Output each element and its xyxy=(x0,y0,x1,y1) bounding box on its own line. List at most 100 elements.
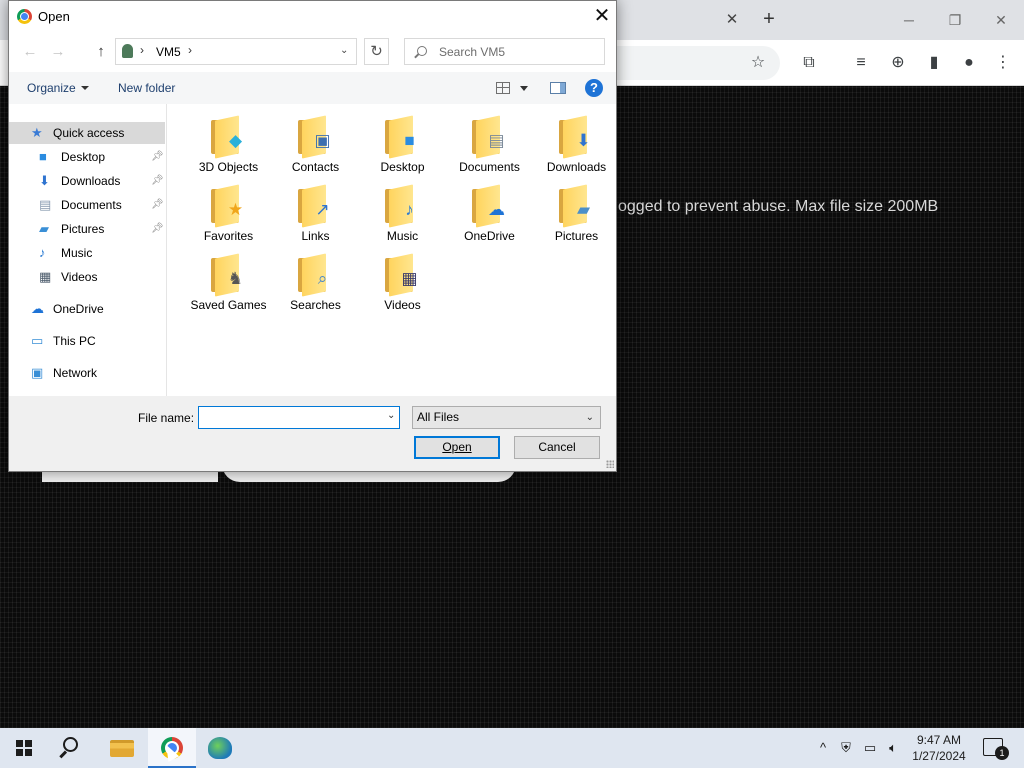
nav-item-this-pc[interactable]: ▭ This PC xyxy=(9,330,165,352)
folder-icon: ↗ xyxy=(296,184,336,228)
nav-item-videos[interactable]: ▦ Videos xyxy=(9,266,165,288)
tray-chevron-icon[interactable]: ^ xyxy=(814,728,832,768)
nav-item-label: Quick access xyxy=(53,126,125,140)
folder-saved-games[interactable]: ♞ Saved Games xyxy=(185,242,272,313)
folder-contacts[interactable]: ▣ Contacts xyxy=(272,104,359,175)
pin-icon: 📌︎ xyxy=(151,199,164,210)
navigation-pane: ★ Quick access ■ Desktop 📌︎ ⬇ Downloads 📌︎ ▤ Docu… xyxy=(9,104,167,396)
breadcrumb-vm5[interactable]: VM5 xyxy=(156,45,181,59)
nav-item-onedrive[interactable]: ☁ OneDrive xyxy=(9,298,165,320)
nav-item-pictures[interactable]: ▰ Pictures 📌︎ xyxy=(9,218,165,240)
nav-item-label: Documents xyxy=(61,198,122,212)
search-box[interactable] xyxy=(404,38,605,65)
download-arrow-icon: ⬇ xyxy=(39,173,50,188)
breadcrumb-separator: › xyxy=(140,43,144,57)
forward-arrow-icon[interactable]: → xyxy=(49,42,67,62)
dialog-close-button[interactable]: ✕ xyxy=(587,3,617,29)
chevron-down-icon[interactable]: ⌄ xyxy=(340,45,354,56)
nav-item-downloads[interactable]: ⬇ Downloads 📌︎ xyxy=(9,170,165,192)
music-note-icon: ♪ xyxy=(405,200,414,219)
nav-item-desktop[interactable]: ■ Desktop 📌︎ xyxy=(9,146,165,168)
pin-icon: 📌︎ xyxy=(151,223,164,234)
cancel-button[interactable]: Cancel xyxy=(514,436,600,459)
nav-item-documents[interactable]: ▤ Documents 📌︎ xyxy=(9,194,165,216)
notification-badge: 1 xyxy=(995,746,1009,760)
security-tray-icon[interactable]: ⛨ xyxy=(837,728,855,768)
volume-muted-icon[interactable]: 🔈︎ xyxy=(884,728,902,768)
menu-icon[interactable]: ⋮ xyxy=(991,51,1015,75)
clock-date: 1/27/2024 xyxy=(912,749,966,763)
cloud-icon: ☁ xyxy=(31,301,44,316)
contact-card-icon: ▣ xyxy=(314,131,331,150)
folder-favorites[interactable]: ★ Favorites xyxy=(185,173,272,244)
folder-searches[interactable]: ⌕ Searches xyxy=(272,242,359,313)
network-tray-icon[interactable]: ▭ xyxy=(861,728,879,768)
chevron-down-icon[interactable]: ⌄ xyxy=(387,410,395,421)
extensions-icon[interactable]: ⧉ xyxy=(797,51,821,75)
view-options-icon[interactable] xyxy=(496,82,510,94)
refresh-button[interactable]: ↻ xyxy=(364,38,389,65)
side-panel-icon[interactable]: ▮ xyxy=(922,51,946,75)
open-button[interactable]: Open xyxy=(414,436,500,459)
new-folder-button[interactable]: New folder xyxy=(118,81,175,95)
search-input[interactable] xyxy=(439,43,599,61)
folder-icon: ★ xyxy=(209,184,249,228)
chess-piece-icon: ♞ xyxy=(227,269,244,288)
folder-downloads[interactable]: ⬇ Downloads xyxy=(533,104,620,175)
file-type-select[interactable]: All Files ⌄ xyxy=(412,406,601,429)
taskbar-file-explorer[interactable] xyxy=(98,728,146,768)
chevron-down-icon: ⌄ xyxy=(585,412,594,423)
file-name-combo[interactable]: ⌄ xyxy=(198,406,400,429)
view-dropdown-icon[interactable] xyxy=(520,86,528,91)
minimize-button[interactable]: ─ xyxy=(897,8,921,32)
start-button[interactable] xyxy=(0,728,48,768)
search-icon xyxy=(417,46,427,56)
file-name-input[interactable] xyxy=(203,410,379,426)
document-icon: ▤ xyxy=(39,197,52,212)
dialog-footer: File name: ⌄ All Files ⌄ Open Cancel xyxy=(9,396,616,471)
help-icon[interactable]: ? xyxy=(585,79,603,97)
nav-item-label: This PC xyxy=(53,334,96,348)
nav-item-label: Pictures xyxy=(61,222,105,236)
media-icon[interactable]: ≡ xyxy=(849,51,873,75)
folder-music[interactable]: ♪ Music xyxy=(359,173,446,244)
download-icon[interactable]: ⊕ xyxy=(886,51,910,75)
folder-icon: ⬇ xyxy=(557,115,597,159)
folder-icon: ⌕ xyxy=(296,253,336,297)
folder-desktop[interactable]: ■ Desktop xyxy=(359,104,446,175)
up-arrow-icon[interactable]: ↑ xyxy=(92,42,110,62)
page-notice-text: ogged to prevent abuse. Max file size 20… xyxy=(618,198,939,215)
address-box[interactable]: › VM5 › ⌄ xyxy=(115,38,357,65)
restore-button[interactable]: ❐ xyxy=(943,8,967,32)
folder-3d-objects[interactable]: ◆ 3D Objects xyxy=(185,104,272,175)
nav-item-quick-access[interactable]: ★ Quick access xyxy=(9,122,165,144)
folder-videos[interactable]: ▦ Videos xyxy=(359,242,446,313)
folder-pictures[interactable]: ▰ Pictures xyxy=(533,173,620,244)
resize-grip[interactable] xyxy=(606,460,614,468)
new-tab-button[interactable]: + xyxy=(758,8,780,30)
profile-icon[interactable]: ● xyxy=(957,51,981,75)
nav-item-label: Music xyxy=(61,246,93,260)
tab-close-icon[interactable]: ✕ xyxy=(722,10,742,30)
nav-item-label: Network xyxy=(53,366,98,380)
preview-pane-icon[interactable] xyxy=(550,82,566,94)
folder-icon: ▣ xyxy=(296,115,336,159)
videos-icon: ▦ xyxy=(39,269,52,284)
star-icon[interactable]: ☆ xyxy=(746,51,770,75)
clock-time: 9:47 AM xyxy=(916,733,962,747)
nav-item-music[interactable]: ♪ Music xyxy=(9,242,165,264)
music-note-icon: ♪ xyxy=(39,245,46,260)
folder-links[interactable]: ↗ Links xyxy=(272,173,359,244)
organize-button[interactable]: Organize xyxy=(27,81,89,95)
taskbar-network-app[interactable] xyxy=(196,728,244,768)
computer-user-icon xyxy=(122,44,133,58)
taskbar-search-button[interactable] xyxy=(48,728,96,768)
taskbar-clock[interactable]: 9:47 AM 1/27/2024 xyxy=(904,732,974,764)
nav-item-label: OneDrive xyxy=(53,302,104,316)
back-arrow-icon[interactable]: ← xyxy=(21,42,39,62)
breadcrumb-separator[interactable]: › xyxy=(188,43,192,57)
browser-close-button[interactable]: ✕ xyxy=(989,8,1013,32)
folder-documents[interactable]: ▤ Documents xyxy=(446,104,533,175)
nav-item-network[interactable]: ▣ Network xyxy=(9,362,165,384)
folder-onedrive[interactable]: ☁ OneDrive xyxy=(446,173,533,244)
